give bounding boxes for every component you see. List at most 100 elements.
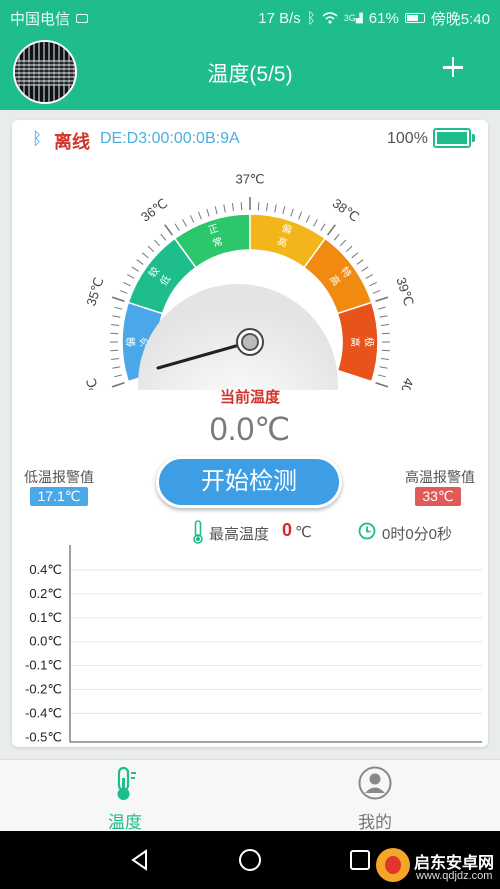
gauge-tick [214,206,218,215]
thermometer-card: ᛒ 离线 DE:D3:00:00:0B:9A 100% 34℃35℃36℃37℃… [12,120,488,747]
gauge-tick [305,215,311,223]
gauge-tick [197,211,202,220]
bluetooth-status-icon: ᛒ [306,9,316,27]
gauge-tick-label: 35℃ [83,275,106,307]
gauge-tick [114,306,123,310]
gauge-tick [375,296,389,302]
home-icon[interactable] [235,845,265,875]
gauge-tick [112,366,121,369]
chart-y-tick-label: -0.4℃ [25,705,62,720]
max-temp-value: 0 [282,520,293,540]
gauge-tick [356,259,364,265]
gauge-tick [326,224,336,236]
clock: 傍晚5:40 [430,10,490,28]
gauge-zone-label: 极 [362,337,375,347]
high-alarm-label: 高温报警值 [405,469,475,485]
gauge-tick [345,245,353,253]
nav-label-me: 我的 [358,813,392,832]
low-alarm-label: 低温报警值 [24,469,94,485]
gauge-tick [290,208,294,217]
gauge-tick [136,259,144,265]
gauge-tick [372,289,381,294]
gauge-tick [174,223,180,231]
gauge-tick [333,233,340,241]
gauge-tick [240,202,243,211]
network-type: 3G [343,12,356,23]
user-icon [358,766,392,800]
gauge-tick [377,374,386,378]
gauge-tick [160,233,167,241]
temperature-chart: 0.4℃ 0.2℃ 0.1℃ 0.0℃ -0.1℃ -0.2℃ -0.4℃ -0.5℃ [25,545,482,744]
gauge-tick [274,204,277,213]
gauge-tick [381,349,390,352]
gauge-tick [351,252,359,259]
chart-y-tick-label: 0.2℃ [29,586,62,601]
chart-y-tick-label: -0.2℃ [25,682,62,697]
clock-icon [358,522,376,540]
high-alarm-value[interactable]: 33℃ [415,487,461,506]
current-temp-value: 0.0℃ [209,411,291,447]
gauge-tick [189,215,195,223]
gauge-zone-label: 高 [348,337,361,347]
watermark-url: www.qdjdz.com [416,870,493,882]
gauge-tick [206,208,210,217]
gauge-tick [266,203,269,212]
gauge-tick [381,332,390,335]
gauge-tick [365,274,373,279]
gauge-tick [164,224,174,236]
page-title: 温度(5/5) [207,63,293,86]
gauge-tick [147,245,155,253]
gauge-tick [257,202,260,211]
carrier-label: 中国电信 [10,10,71,28]
current-temp-label: 当前温度 [219,389,280,406]
battery-percent: 61% [368,9,399,27]
gauge-tick [110,332,119,335]
watermark: 启东安卓网 www.qdjdz.com [376,846,500,889]
gauge-zone-label: 偏 [125,337,138,347]
wifi-icon [322,12,338,24]
chart-y-tick-label: -0.5℃ [25,729,62,744]
gauge-tick [110,349,119,352]
recents-icon[interactable] [345,845,375,875]
chart-y-tick-label: -0.1℃ [25,658,62,673]
gauge-tick [119,289,128,294]
gauge-tick [223,204,226,213]
gauge-tick [377,306,386,310]
max-temp-unit: ℃ [295,524,312,541]
gauge-tick [380,358,389,361]
gauge-tick [369,281,377,287]
gauge-tick [231,203,234,212]
start-detection-button[interactable]: 开始检测 [156,456,342,508]
nav-tab-temperature[interactable]: 温度 [0,760,250,832]
gauge-tick [282,206,286,215]
gauge-tick [339,239,347,247]
gauge-tick [131,266,139,272]
gauge-tick [112,315,121,318]
gauge-tick [111,358,120,361]
gauge-tick [114,374,123,378]
gauge-tick [153,239,161,247]
gauge-tick-label: 36℃ [138,195,170,224]
gauge-tick [379,315,388,318]
chart-y-tick-label: 0.4℃ [29,562,62,577]
signal-icon: 3G▟ [343,12,363,23]
add-device-button[interactable] [436,50,470,84]
temperature-gauge: 34℃35℃36℃37℃38℃39℃40℃ 偏冷较低正常偏高特高极高 [83,171,417,390]
gauge-tick [320,223,326,231]
sim-icon [76,13,89,23]
back-icon[interactable] [125,845,155,875]
gauge-tick [298,211,303,220]
gauge-tick-label: 39℃ [393,275,416,307]
chart-y-tick-label: 0.0℃ [29,634,62,649]
gauge-tick [111,323,120,326]
gauge-tick [123,281,131,287]
gauge-tick [141,252,149,259]
gauge-tick [379,366,388,369]
low-alarm-value[interactable]: 17.1℃ [30,487,88,506]
app-bar: 温度(5/5) [0,36,500,110]
status-bar: 中国电信 17 B/s ᛒ 3G▟ 61% 傍晚5:40 [0,0,500,36]
gauge-tick [127,274,135,279]
nav-label-temperature: 温度 [108,813,142,832]
nav-tab-me[interactable]: 我的 [250,760,500,832]
battery-icon [404,13,425,23]
